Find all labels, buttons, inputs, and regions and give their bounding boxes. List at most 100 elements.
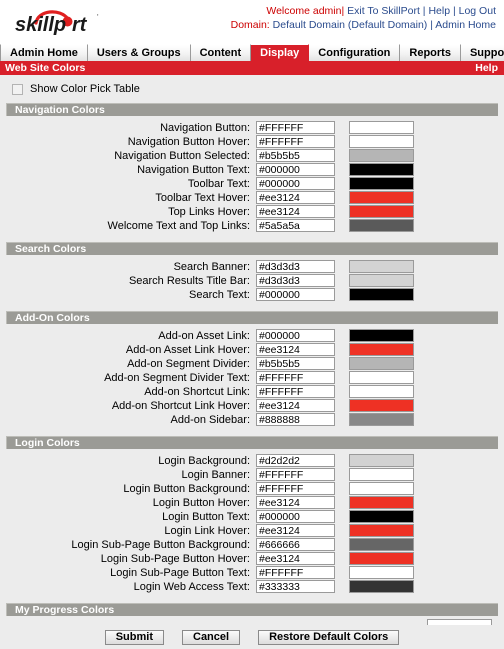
color-value-input[interactable] bbox=[256, 399, 335, 412]
color-value-input[interactable] bbox=[256, 135, 335, 148]
color-swatch bbox=[349, 163, 414, 176]
color-value-input[interactable] bbox=[256, 177, 335, 190]
tab-configuration[interactable]: Configuration bbox=[309, 44, 401, 61]
svg-text:': ' bbox=[97, 13, 99, 22]
color-value-input[interactable] bbox=[256, 260, 335, 273]
color-swatch bbox=[349, 121, 414, 134]
color-swatch-wrap bbox=[335, 496, 445, 509]
color-row: Add-on Shortcut Link Hover: bbox=[6, 399, 498, 412]
link-separator: | bbox=[422, 5, 426, 17]
subheader-help-link[interactable]: Help bbox=[475, 61, 498, 75]
color-row-label: Welcome Text and Top Links: bbox=[107, 219, 250, 232]
color-value-input[interactable] bbox=[256, 288, 335, 301]
color-row-label: Login Sub-Page Button Hover: bbox=[100, 552, 250, 565]
color-swatch bbox=[349, 399, 414, 412]
tab-reports[interactable]: Reports bbox=[400, 44, 461, 61]
color-value-input[interactable] bbox=[256, 149, 335, 162]
color-row: Login Sub-Page Button Text: bbox=[6, 566, 498, 579]
color-row-label: Login Button Background: bbox=[123, 482, 250, 495]
color-swatch-wrap bbox=[335, 371, 445, 384]
domain-value-link[interactable]: Default Domain (Default Domain) bbox=[273, 19, 428, 31]
color-value-input[interactable] bbox=[256, 538, 335, 551]
restore-default-colors-button[interactable]: Restore Default Colors bbox=[258, 629, 400, 645]
color-row: Navigation Button Selected: bbox=[6, 149, 498, 162]
color-row: Navigation Button: bbox=[6, 121, 498, 134]
log-out-link[interactable]: Log Out bbox=[459, 5, 496, 17]
color-row: Add-on Asset Link: bbox=[6, 329, 498, 342]
tab-content[interactable]: Content bbox=[190, 44, 252, 61]
color-swatch-wrap bbox=[335, 524, 445, 537]
cancel-button[interactable]: Cancel bbox=[182, 629, 241, 645]
color-row-label: Add-on Segment Divider: bbox=[127, 357, 250, 370]
color-value-input[interactable] bbox=[256, 385, 335, 398]
color-row-label: Navigation Button Hover: bbox=[127, 135, 250, 148]
welcome-text: Welcome admin| bbox=[266, 5, 345, 17]
color-row-label: Search Results Title Bar: bbox=[128, 274, 250, 287]
color-swatch bbox=[349, 329, 414, 342]
color-value-input[interactable] bbox=[256, 219, 335, 232]
color-swatch bbox=[349, 454, 414, 467]
color-row: Login Sub-Page Button Background: bbox=[6, 538, 498, 551]
svg-text:rt: rt bbox=[72, 14, 88, 36]
color-swatch-wrap bbox=[335, 205, 445, 218]
color-row: Login Web Access Text: bbox=[6, 580, 498, 593]
main-tab-bar: Admin Home Users & Groups Content Displa… bbox=[0, 44, 504, 61]
color-value-input[interactable] bbox=[256, 274, 335, 287]
color-row-label: Add-on Segment Divider Text: bbox=[104, 371, 250, 384]
color-value-input[interactable] bbox=[256, 566, 335, 579]
color-swatch bbox=[349, 468, 414, 481]
color-swatch-wrap bbox=[335, 149, 445, 162]
admin-home-link[interactable]: Admin Home bbox=[435, 19, 496, 31]
help-link[interactable]: Help bbox=[428, 5, 450, 17]
color-swatch-wrap bbox=[335, 329, 445, 342]
page-header: skillp rt ' Welcome admin| Exit To Skill… bbox=[0, 0, 504, 44]
color-value-input[interactable] bbox=[256, 552, 335, 565]
color-value-input[interactable] bbox=[256, 468, 335, 481]
exit-to-skillport-link[interactable]: Exit To SkillPort bbox=[347, 5, 420, 17]
skillport-logo: skillp rt ' bbox=[12, 6, 108, 38]
color-value-input[interactable] bbox=[256, 580, 335, 593]
tab-display[interactable]: Display bbox=[251, 44, 310, 61]
color-value-input[interactable] bbox=[256, 510, 335, 523]
color-row-label: Login Button Text: bbox=[162, 510, 250, 523]
color-swatch bbox=[349, 191, 414, 204]
color-value-input[interactable] bbox=[256, 343, 335, 356]
color-value-input[interactable] bbox=[256, 413, 335, 426]
color-value-input[interactable] bbox=[256, 191, 335, 204]
color-swatch-wrap bbox=[335, 177, 445, 190]
color-value-input[interactable] bbox=[256, 205, 335, 218]
color-value-input[interactable] bbox=[256, 454, 335, 467]
color-value-input[interactable] bbox=[256, 121, 335, 134]
color-swatch bbox=[349, 149, 414, 162]
color-row-label: Top Links Hover: bbox=[168, 205, 250, 218]
color-value-input[interactable] bbox=[256, 496, 335, 509]
color-row-label: Add-on Sidebar: bbox=[170, 413, 251, 426]
color-row-label: Toolbar Text: bbox=[187, 177, 250, 190]
header-links-row-2: Domain: Default Domain (Default Domain) … bbox=[231, 18, 496, 32]
color-swatch-wrap bbox=[335, 413, 445, 426]
header-links: Welcome admin| Exit To SkillPort | Help … bbox=[231, 4, 496, 32]
color-value-input[interactable] bbox=[256, 357, 335, 370]
show-color-pick-table-checkbox[interactable] bbox=[12, 83, 23, 95]
color-row: Navigation Button Text: bbox=[6, 163, 498, 176]
color-row: Navigation Button Hover: bbox=[6, 135, 498, 148]
color-swatch bbox=[349, 274, 414, 287]
submit-button[interactable]: Submit bbox=[104, 629, 164, 645]
color-value-input[interactable] bbox=[256, 371, 335, 384]
show-color-pick-table-row[interactable]: Show Color Pick Table bbox=[6, 75, 498, 101]
color-row: Search Results Title Bar: bbox=[6, 274, 498, 287]
form-action-bar: Submit Cancel Restore Default Colors bbox=[0, 625, 504, 649]
color-row: Toolbar Text Hover: bbox=[6, 191, 498, 204]
color-row: Login Button Text: bbox=[6, 510, 498, 523]
color-value-input[interactable] bbox=[256, 482, 335, 495]
color-value-input[interactable] bbox=[256, 329, 335, 342]
color-value-input[interactable] bbox=[256, 163, 335, 176]
color-row: Add-on Segment Divider: bbox=[6, 357, 498, 370]
color-swatch bbox=[349, 524, 414, 537]
tab-support[interactable]: Support bbox=[460, 44, 504, 61]
tab-users-and-groups[interactable]: Users & Groups bbox=[87, 44, 191, 61]
color-value-input[interactable] bbox=[256, 524, 335, 537]
color-row-label: Add-on Asset Link: bbox=[158, 329, 250, 342]
tab-admin-home[interactable]: Admin Home bbox=[0, 44, 88, 61]
page-subheader: Web Site Colors Help bbox=[0, 61, 504, 75]
